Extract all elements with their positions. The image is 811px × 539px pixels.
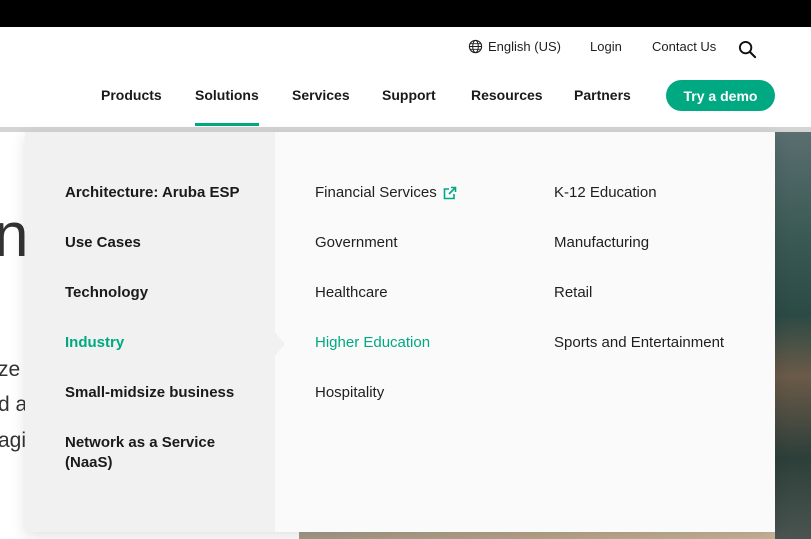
login-link[interactable]: Login	[590, 39, 622, 54]
search-icon[interactable]	[738, 40, 757, 64]
background-text-fragment: d a	[0, 393, 28, 416]
background-photo	[299, 532, 775, 539]
solutions-mega-menu: Architecture: Aruba ESP Use Cases Techno…	[25, 132, 775, 532]
menu-item-retail[interactable]: Retail	[554, 283, 592, 303]
menu-category-use-cases[interactable]: Use Cases	[65, 233, 265, 253]
menu-item-label: Financial Services	[315, 184, 437, 201]
menu-item-sports-entertainment[interactable]: Sports and Entertainment	[554, 333, 724, 353]
nav-services[interactable]: Services	[292, 87, 350, 103]
background-photo	[775, 132, 811, 539]
menu-category-naas[interactable]: Network as a Service (NaaS)	[65, 433, 235, 473]
menu-item-healthcare[interactable]: Healthcare	[315, 283, 388, 303]
nav-partners[interactable]: Partners	[574, 87, 631, 103]
nav-products[interactable]: Products	[101, 87, 162, 103]
menu-item-hospitality[interactable]: Hospitality	[315, 383, 384, 403]
nav-resources[interactable]: Resources	[471, 87, 543, 103]
main-navigation: Products Solutions Services Support Reso…	[0, 67, 811, 129]
language-selector[interactable]: English (US)	[468, 39, 561, 54]
menu-item-higher-education[interactable]: Higher Education	[315, 333, 430, 353]
menu-category-panel: Architecture: Aruba ESP Use Cases Techno…	[25, 132, 275, 532]
top-black-bar	[0, 0, 811, 27]
background-text-fragment: agi	[0, 429, 27, 452]
utility-bar: English (US) Login Contact Us	[0, 27, 811, 67]
menu-category-architecture[interactable]: Architecture: Aruba ESP	[65, 183, 265, 203]
background-text-fragment: ze	[0, 358, 21, 381]
menu-item-manufacturing[interactable]: Manufacturing	[554, 233, 649, 253]
menu-item-financial-services[interactable]: Financial Services	[315, 183, 457, 203]
active-category-pointer	[275, 332, 285, 356]
language-label: English (US)	[488, 39, 561, 54]
menu-item-k12-education[interactable]: K-12 Education	[554, 183, 657, 203]
globe-icon	[468, 39, 483, 54]
try-a-demo-button[interactable]: Try a demo	[666, 80, 775, 111]
nav-support[interactable]: Support	[382, 87, 436, 103]
menu-category-industry[interactable]: Industry	[65, 333, 265, 353]
menu-category-technology[interactable]: Technology	[65, 283, 265, 303]
external-link-icon	[443, 186, 457, 200]
contact-us-link[interactable]: Contact Us	[652, 39, 716, 54]
menu-category-small-midsize-business[interactable]: Small-midsize business	[65, 383, 265, 403]
nav-solutions[interactable]: Solutions	[195, 87, 259, 126]
menu-item-government[interactable]: Government	[315, 233, 398, 253]
